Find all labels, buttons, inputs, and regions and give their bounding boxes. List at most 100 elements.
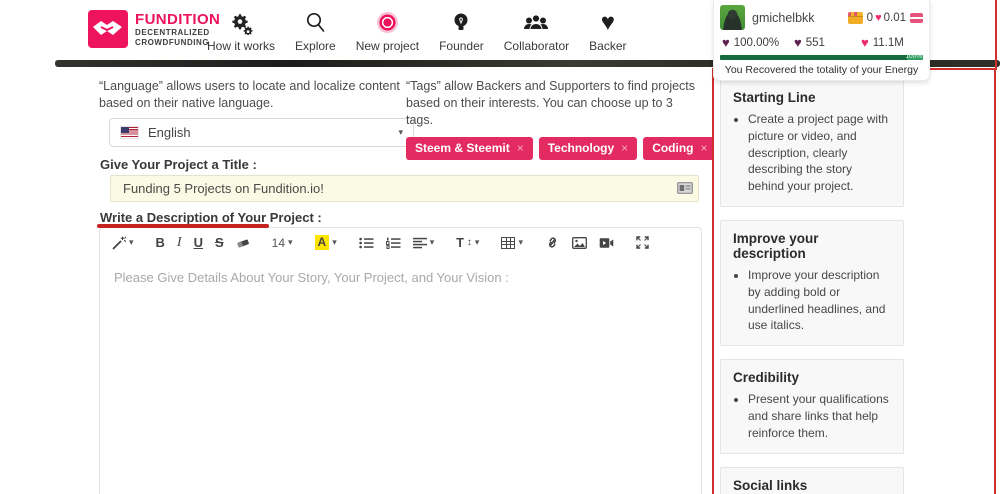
user-stats: ♥ 100.00% ♥ 551 ♥ 11.1M [720, 35, 923, 50]
insert-image-button[interactable] [568, 235, 591, 251]
heart-icon: ♥ [875, 11, 882, 24]
underline-button[interactable]: U [190, 233, 207, 252]
description-label: Write a Description of Your Project : [100, 210, 322, 225]
us-flag-icon [120, 125, 139, 139]
eraser-icon [236, 236, 250, 249]
autofill-card-icon[interactable] [677, 182, 693, 194]
font-color-button[interactable]: A ▾ [311, 233, 341, 252]
target-icon [376, 9, 398, 36]
fundition-logo[interactable]: FUNDITION DECENTRALIZED CROWDFUNDING [88, 10, 220, 48]
project-title-input[interactable] [110, 175, 699, 202]
chevron-down-icon: ▾ [429, 237, 435, 247]
treasure-chest-icon [847, 11, 863, 24]
energy-message: You Recovered the totality of your Energ… [724, 64, 919, 76]
search-icon [304, 9, 326, 36]
stat-power: ♥ 11.1M [861, 35, 921, 50]
clear-format-button[interactable] [232, 234, 254, 251]
tag-pill[interactable]: Coding × [643, 136, 717, 160]
nav-item-backer[interactable]: ♥ Backer [589, 9, 626, 53]
strikethrough-button[interactable]: S [211, 233, 228, 252]
nav-label: How it works [207, 39, 276, 53]
heart-icon: ♥ [722, 35, 730, 50]
page: FUNDITION DECENTRALIZED CROWDFUNDING How… [0, 0, 1000, 494]
insert-video-button[interactable] [595, 235, 618, 251]
magic-wand-icon [112, 235, 126, 250]
stat-voting-power: ♥ 100.00% [722, 35, 794, 50]
nav-label: Collaborator [503, 39, 570, 53]
table-button[interactable]: ▾ [497, 235, 527, 251]
wallet-summary: 0 ♥ 0.01 [847, 11, 923, 24]
tip-card-credibility: Credibility Present your qualifications … [720, 359, 904, 454]
stat-votes: ♥ 551 [794, 35, 861, 50]
ordered-list-icon [385, 237, 401, 249]
paragraph-align-button[interactable]: ▾ [409, 235, 439, 251]
chevron-down-icon: ▾ [129, 237, 134, 247]
bold-button[interactable]: B [152, 233, 169, 252]
annotation-red-line [995, 0, 997, 70]
nav-item-explore[interactable]: Explore [295, 9, 336, 53]
language-select[interactable]: English ▾ [109, 117, 414, 147]
tip-title: Social links [733, 477, 808, 493]
ordered-list-button[interactable] [382, 235, 405, 251]
unordered-list-icon [359, 237, 374, 249]
nav-item-how-it-works[interactable]: How it works [207, 9, 275, 53]
tip-bullet: Create a project page with picture or vi… [748, 111, 891, 195]
unordered-list-button[interactable] [355, 235, 378, 251]
font-size-dropdown[interactable]: 14 ▾ [268, 234, 297, 252]
annotation-red-underline [97, 224, 269, 228]
chevron-down-icon: ▾ [518, 237, 523, 247]
stat-value: 551 [805, 36, 825, 49]
italic-button[interactable]: I [173, 233, 186, 253]
heart-icon: ♥ [600, 8, 615, 36]
title-field-wrap [110, 175, 699, 202]
fullscreen-button[interactable] [632, 234, 653, 251]
tags-input[interactable]: Steem & Steemit × Technology × Coding × … [406, 135, 737, 162]
style-magic-button[interactable]: ▾ [108, 234, 138, 252]
heart-icon: ♥ [794, 35, 802, 50]
heart-amount: 0.01 [883, 11, 906, 24]
tag-label: Coding [652, 141, 694, 156]
tag-pill[interactable]: Steem & Steemit × [406, 136, 533, 160]
token-icon [910, 12, 923, 23]
username[interactable]: gmichelbkk [752, 11, 848, 25]
nav-label: Explore [295, 39, 336, 53]
video-icon [599, 237, 614, 249]
chest-value: 0 [866, 11, 874, 24]
people-icon [521, 9, 551, 36]
tags-description: “Tags” allow Backers and Supporters to f… [406, 79, 696, 127]
tag-label: Steem & Steemit [415, 141, 510, 156]
language-selected: English [148, 124, 191, 140]
tip-card-starting-line: Starting Line Create a project page with… [720, 79, 904, 207]
language-description: “Language” allows users to locate and lo… [99, 79, 400, 110]
tag-pill[interactable]: Technology × [538, 136, 638, 160]
link-icon [545, 236, 560, 249]
nav-label: Founder [439, 39, 484, 53]
image-icon [572, 236, 587, 249]
energy-percent: 100% [905, 52, 922, 60]
language-section: “Language” allows users to locate and lo… [99, 78, 414, 147]
remove-tag-icon[interactable]: × [701, 141, 708, 155]
avatar[interactable] [720, 5, 745, 30]
user-panel[interactable]: gmichelbkk 0 ♥ 0.01 ♥ 100.00% ♥ 551 ♥ 11… [713, 0, 930, 81]
main-nav: How it works Explore New project Founder… [207, 9, 627, 53]
stat-value: 11.1M [872, 36, 904, 49]
insert-link-button[interactable] [541, 234, 564, 251]
nav-item-new-project[interactable]: New project [356, 9, 419, 53]
fullscreen-icon [636, 236, 649, 249]
line-height-button[interactable]: T ↕ ▾ [452, 234, 483, 252]
remove-tag-icon[interactable]: × [621, 141, 628, 155]
nav-item-collaborator[interactable]: Collaborator [504, 9, 569, 53]
stat-value: 100.00% [733, 36, 780, 49]
nav-label: Backer [589, 39, 627, 53]
nav-item-founder[interactable]: Founder [439, 9, 484, 53]
remove-tag-icon[interactable]: × [517, 141, 524, 155]
tip-card-improve-description: Improve your description Improve your de… [720, 219, 904, 347]
lightbulb-icon [453, 9, 469, 36]
align-left-icon [412, 237, 427, 249]
description-editor[interactable]: Please Give Details About Your Story, Yo… [99, 257, 702, 494]
table-icon [501, 236, 516, 249]
chevron-down-icon: ▾ [332, 237, 337, 247]
tip-title: Improve your description [733, 230, 819, 261]
tags-section: “Tags” allow Backers and Supporters to f… [406, 78, 737, 162]
title-label: Give Your Project a Title : [100, 157, 257, 172]
